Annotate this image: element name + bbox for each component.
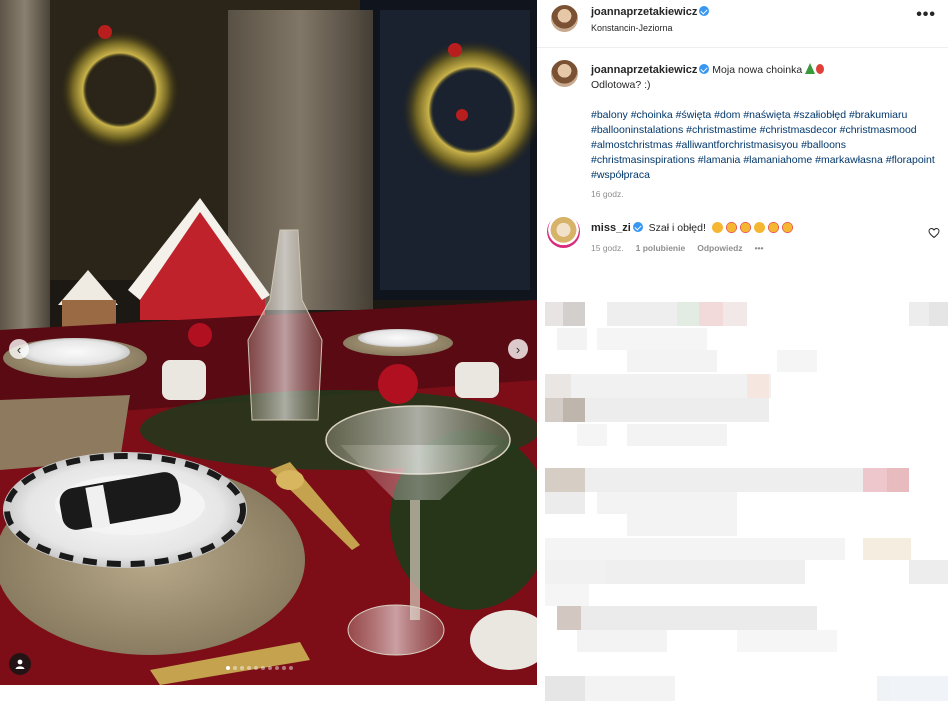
- caption-hashtags[interactable]: #balony #choinka #święta #dom #naświęta …: [591, 108, 941, 183]
- carousel-dot: [289, 666, 293, 670]
- carousel-dot: [275, 666, 279, 670]
- user-tag-icon[interactable]: [9, 653, 31, 675]
- post-media[interactable]: ‹ ›: [0, 0, 537, 685]
- more-options-button[interactable]: •••: [916, 6, 936, 24]
- blurred-comments-area: [545, 302, 948, 701]
- carousel-dot: [247, 666, 251, 670]
- emoji-icon: [781, 222, 793, 233]
- emoji-icon: [725, 222, 737, 233]
- carousel-dot: [240, 666, 244, 670]
- carousel-dot: [282, 666, 286, 670]
- carousel-dot: [226, 666, 230, 670]
- post-author-username[interactable]: joannaprzetakiewicz: [591, 6, 710, 18]
- media-bottom-bar: [0, 685, 537, 701]
- avatar[interactable]: [547, 215, 580, 248]
- balloon-icon: [816, 64, 825, 74]
- comment-meta: 15 godz. 1 polubienie Odpowiedz •••: [591, 243, 764, 253]
- comment-item: miss_zi Szał i obłęd! 15 godz. 1 polubie…: [547, 215, 942, 257]
- emoji-icon: [753, 222, 765, 233]
- post-side-panel: joannaprzetakiewicz Konstancin-Jeziorna …: [537, 0, 948, 701]
- christmas-tree-icon: [805, 63, 816, 74]
- comment-username[interactable]: miss_zi: [591, 222, 643, 234]
- chevron-right-icon[interactable]: ›: [508, 339, 528, 359]
- avatar[interactable]: [551, 60, 578, 87]
- post-timestamp[interactable]: 16 godz.: [591, 187, 941, 202]
- carousel-dot: [233, 666, 237, 670]
- verified-badge-icon: [699, 64, 710, 74]
- carousel-dot: [268, 666, 272, 670]
- carousel-indicator: [226, 666, 293, 670]
- heart-icon[interactable]: [928, 227, 940, 239]
- post-photo: [0, 0, 537, 685]
- comment-text: Szał i obłęd!: [648, 222, 706, 234]
- comment-reply-button[interactable]: Odpowiedz: [697, 243, 742, 253]
- comment-more-button[interactable]: •••: [755, 243, 764, 253]
- caption-line-2: Odlotowa? :): [591, 79, 651, 91]
- verified-badge-icon: [632, 222, 643, 232]
- caption-text: Moja nowa choinka: [712, 64, 803, 76]
- post-location[interactable]: Konstancin-Jeziorna: [591, 23, 673, 33]
- comment-likes[interactable]: 1 polubienie: [636, 243, 686, 253]
- instagram-post-modal: ‹ › joannaprzetakiewicz Konstancin-Jezio…: [0, 0, 948, 701]
- emoji-icon: [739, 222, 751, 233]
- emoji-icon: [767, 222, 779, 233]
- emoji-icon: [711, 222, 723, 233]
- comment-timestamp[interactable]: 15 godz.: [591, 243, 624, 253]
- avatar[interactable]: [551, 5, 578, 32]
- verified-badge-icon: [699, 6, 710, 16]
- carousel-dot: [254, 666, 258, 670]
- carousel-dot: [261, 666, 265, 670]
- chevron-left-icon[interactable]: ‹: [9, 339, 29, 359]
- post-header: joannaprzetakiewicz Konstancin-Jeziorna …: [537, 0, 948, 48]
- caption-username[interactable]: joannaprzetakiewicz: [591, 64, 710, 76]
